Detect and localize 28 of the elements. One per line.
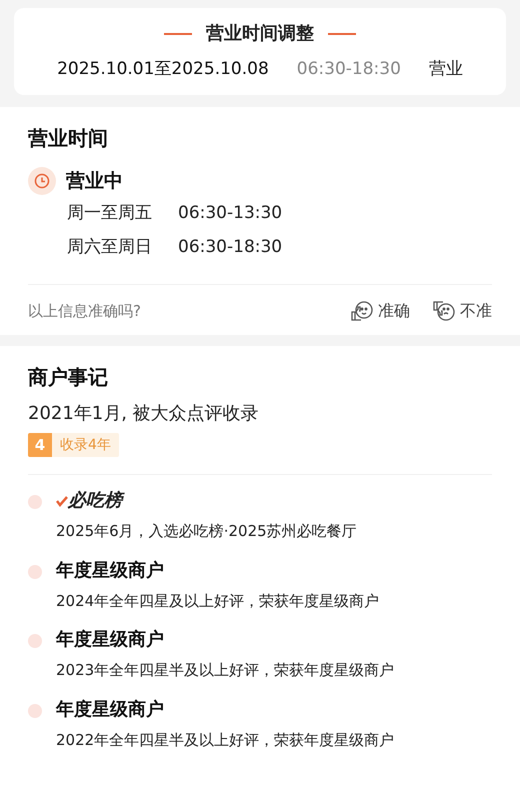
feedback-button[interactable]: 准确 (350, 299, 410, 323)
card-title: 营业时间调整 (206, 22, 314, 46)
years-number: 4 (28, 433, 52, 457)
event-title: 年度星级商户 (56, 558, 165, 582)
listing-since: 2021年1月, 被大众点评收录 (28, 402, 260, 426)
event-detail: 2022年全年四星半及以上好评，荣获年度星级商户 (56, 730, 394, 750)
days-label: 周六至周日 (67, 236, 152, 258)
time-range: 06:30-18:30 (178, 236, 282, 258)
status-text: 营业 (428, 58, 463, 81)
section-title: 营业时间 (28, 124, 109, 152)
thumbs-up-face-icon (350, 300, 374, 322)
hours-text: 06:30-18:30 (296, 58, 401, 81)
days-label: 周一至周五 (67, 202, 152, 225)
check-mark-icon (56, 494, 68, 506)
event-title: 年度星级商户 (56, 698, 165, 722)
thumbs-down-face-icon (432, 300, 456, 322)
event-title: 年度星级商户 (56, 628, 165, 652)
feedback-question: 以上信息准确吗? (28, 300, 141, 322)
date-range: 2025.10.01至2025.10.08 (57, 58, 269, 81)
time-range: 06:30-13:30 (178, 202, 282, 225)
event-detail: 2023年全年四星半及以上好评，荣获年度星级商户 (56, 660, 394, 681)
open-status: 营业中 (66, 168, 123, 194)
feedback-button[interactable]: 不准 (432, 299, 492, 323)
section-title: 商户事记 (28, 364, 109, 391)
years-badge: 收录4年 (52, 433, 119, 457)
clock-icon (28, 166, 56, 195)
event-detail: 2024年全年四星及以上好评，荣获年度星级商户 (56, 590, 380, 612)
event-detail: 2025年6月，入选必吃榜·2025苏州必吃餐厅 (56, 521, 357, 542)
